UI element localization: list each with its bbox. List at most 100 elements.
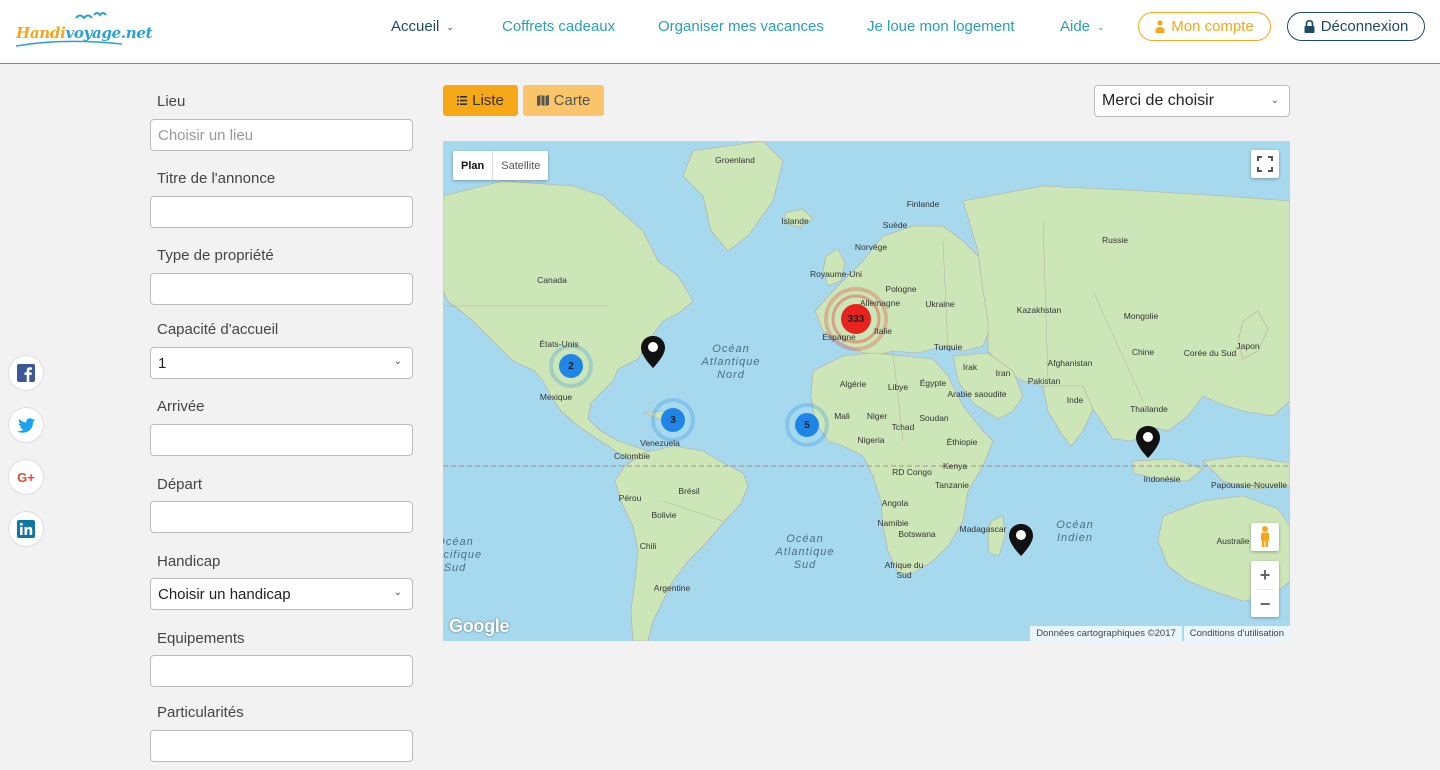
nav-organiser[interactable]: Organiser mes vacances — [658, 0, 824, 52]
capacite-select[interactable]: 1 ⌄ — [150, 347, 413, 379]
lieu-input[interactable]: Choisir un lieu — [150, 119, 413, 151]
nav-coffrets[interactable]: Coffrets cadeaux — [502, 0, 615, 52]
map-label: Italie — [874, 326, 892, 336]
cluster-count: 5 — [804, 419, 810, 431]
particularites-input[interactable] — [150, 730, 413, 762]
linkedin-icon — [17, 520, 35, 538]
map-label: Brésil — [678, 486, 700, 496]
map-label: Venezuela — [640, 438, 680, 448]
site-logo[interactable]: Handivoyage.net — [14, 10, 153, 50]
ocean-label: Océan Indien — [1056, 519, 1094, 544]
map-label: Royaume-Uni — [810, 269, 862, 279]
capacite-label: Capacité d'accueil — [157, 321, 279, 338]
sort-select[interactable]: Merci de choisir ⌄ — [1094, 85, 1290, 117]
chevron-down-icon: ⌄ — [1270, 95, 1279, 106]
sort-value: Merci de choisir — [1102, 92, 1215, 109]
equipements-label: Equipements — [157, 630, 245, 647]
map-label: Canada — [537, 275, 567, 285]
map-view-button[interactable]: Carte — [523, 85, 604, 116]
particularites-label: Particularités — [157, 704, 244, 721]
map-label: Irak — [962, 362, 978, 372]
map-label: Inde — [1066, 395, 1084, 405]
twitter-icon — [17, 417, 35, 433]
map-label: Mongolie — [1123, 311, 1159, 321]
map-label: Colombie — [614, 451, 650, 461]
nav-loue[interactable]: Je loue mon logement — [867, 0, 1015, 52]
location-pin-icon[interactable] — [641, 336, 665, 373]
map-label: Ukraine — [925, 299, 955, 309]
map-label: Finlande — [906, 199, 940, 209]
handicap-select[interactable]: Choisir un handicap ⌄ — [150, 578, 413, 610]
map-label: Éthiopie — [946, 437, 978, 447]
type-input[interactable] — [150, 273, 413, 305]
pegman-icon — [1261, 526, 1269, 547]
chevron-down-icon: ⌄ — [446, 21, 454, 32]
map-label: Australie — [1216, 536, 1250, 546]
map-icon — [536, 95, 549, 106]
map-label: Pérou — [618, 493, 642, 503]
map-type-satellite-button[interactable]: Satellite — [493, 151, 548, 180]
map-label: Niger — [866, 411, 888, 421]
facebook-share-button[interactable] — [8, 355, 44, 391]
map-label: Kenya — [942, 461, 968, 471]
titre-input[interactable] — [150, 196, 413, 228]
map-label: Chine — [1131, 347, 1155, 357]
linkedin-share-button[interactable] — [8, 511, 44, 547]
map-label: Japon — [1236, 341, 1260, 351]
list-view-button[interactable]: Liste — [443, 85, 518, 116]
cluster-count: 333 — [847, 313, 865, 325]
googleplus-share-button[interactable]: G+ — [8, 459, 44, 495]
equipements-input[interactable] — [150, 655, 413, 687]
titre-label: Titre de l'annonce — [157, 170, 276, 187]
map-label: Nigeria — [857, 435, 885, 445]
lock-icon — [1304, 20, 1315, 33]
birds-icon — [75, 12, 107, 20]
chevron-down-icon: ⌄ — [393, 356, 402, 367]
arrivee-label: Arrivée — [157, 398, 205, 415]
arrivee-input[interactable] — [150, 424, 413, 456]
location-pin-icon[interactable] — [1009, 524, 1033, 561]
results-map[interactable]: Groenland Islande Finlande Suède Norvège… — [443, 141, 1290, 641]
ocean-label: Océan Pacifique Sud — [443, 536, 483, 574]
swoosh-icon — [15, 40, 123, 47]
type-label: Type de propriété — [157, 247, 274, 264]
twitter-share-button[interactable] — [8, 407, 44, 443]
map-data-credit: Données cartographiques ©2017 — [1030, 626, 1182, 641]
handicap-label: Handicap — [157, 553, 221, 570]
map-label: Argentine — [653, 583, 691, 593]
map-label: Égypte — [919, 378, 947, 388]
terms-link[interactable]: Conditions d'utilisation — [1183, 626, 1290, 641]
map-label: Algérie — [839, 379, 867, 389]
logout-button[interactable]: Déconnexion — [1287, 12, 1425, 41]
zoom-out-button[interactable]: − — [1251, 590, 1279, 618]
location-pin-icon[interactable] — [1136, 426, 1160, 463]
cluster-marker[interactable]: 333 — [840, 303, 872, 335]
map-label: Chili — [639, 541, 657, 551]
ocean-label: Océan Atlantique Sud — [775, 533, 835, 571]
user-icon — [1155, 20, 1165, 33]
fullscreen-button[interactable] — [1251, 150, 1279, 178]
street-view-button[interactable] — [1251, 523, 1279, 551]
map-label: RD Congo — [892, 467, 932, 477]
account-button[interactable]: Mon compte — [1138, 12, 1271, 41]
map-label: Afrique du Sud — [884, 560, 924, 580]
map-label: Tanzanie — [934, 480, 970, 490]
nav-aide[interactable]: Aide ⌄ — [1060, 0, 1105, 52]
nav-accueil[interactable]: Accueil ⌄ — [391, 0, 454, 52]
map-label: Mali — [834, 411, 850, 421]
cluster-marker[interactable]: 5 — [794, 412, 820, 438]
facebook-icon — [17, 364, 35, 382]
list-icon — [457, 96, 468, 105]
lieu-label: Lieu — [157, 93, 186, 110]
map-type-plan-button[interactable]: Plan — [453, 151, 494, 180]
depart-input[interactable] — [150, 501, 413, 533]
map-label: Suède — [882, 220, 908, 230]
map-label: Islande — [781, 216, 809, 226]
chevron-down-icon: ⌄ — [1097, 21, 1105, 32]
map-label: Libye — [887, 382, 909, 392]
cluster-marker[interactable]: 3 — [660, 407, 686, 433]
map-label: Mexique — [539, 392, 573, 402]
map-label: Corée du Sud — [1183, 348, 1237, 358]
zoom-in-button[interactable]: + — [1251, 561, 1279, 589]
cluster-marker[interactable]: 2 — [558, 353, 584, 379]
